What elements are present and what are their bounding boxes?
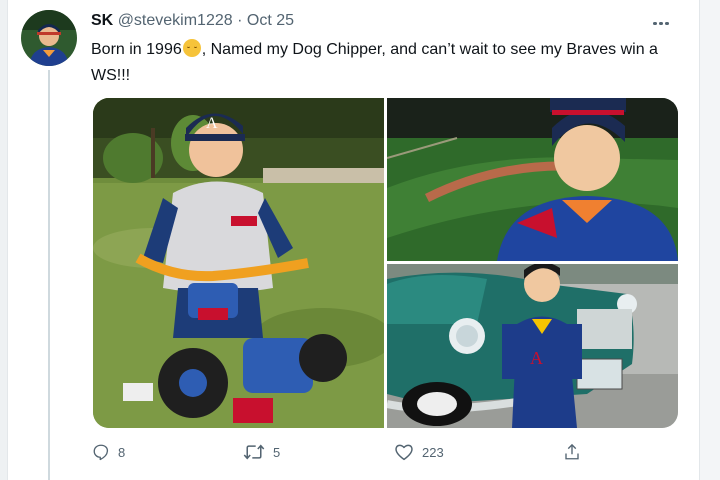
author-handle[interactable]: @stevekim1228	[118, 12, 233, 29]
like-count: 223	[422, 444, 444, 460]
tweet-text-part1: Born in 1996	[91, 41, 182, 58]
like-button[interactable]: 223	[394, 443, 444, 461]
avatar[interactable]	[21, 10, 77, 66]
tweet-actions-bar: 8 5 223	[0, 443, 720, 465]
retweet-count: 5	[273, 444, 281, 460]
reply-count: 8	[118, 444, 126, 460]
photo-child-at-ballpark[interactable]	[387, 98, 678, 261]
retweet-button[interactable]: 5	[243, 443, 280, 461]
share-button[interactable]	[563, 443, 581, 461]
tweet-header: SK @stevekim1228 · Oct 25	[91, 12, 294, 30]
svg-text:A: A	[530, 348, 543, 368]
tweet-date[interactable]: Oct 25	[247, 12, 294, 29]
share-icon	[565, 443, 579, 460]
heart-icon	[395, 444, 413, 461]
retweet-icon	[243, 444, 265, 460]
more-options-icon[interactable]	[653, 12, 671, 30]
photo-child-on-tricycle[interactable]: A	[93, 98, 384, 428]
left-frame-edge	[0, 0, 8, 480]
tweet-text: Born in 1996, Named my Dog Chipper, and …	[91, 37, 681, 89]
separator-dot: ·	[237, 12, 243, 29]
photo-child-with-vintage-truck[interactable]: A	[387, 264, 678, 428]
author-name[interactable]: SK	[91, 12, 113, 29]
reply-icon	[93, 444, 109, 461]
svg-text:A: A	[206, 115, 218, 132]
reply-button[interactable]: 8	[92, 443, 125, 461]
thread-connector-line	[48, 70, 50, 480]
relieved-face-icon	[182, 39, 201, 57]
right-scrollbar-track[interactable]	[699, 0, 720, 480]
